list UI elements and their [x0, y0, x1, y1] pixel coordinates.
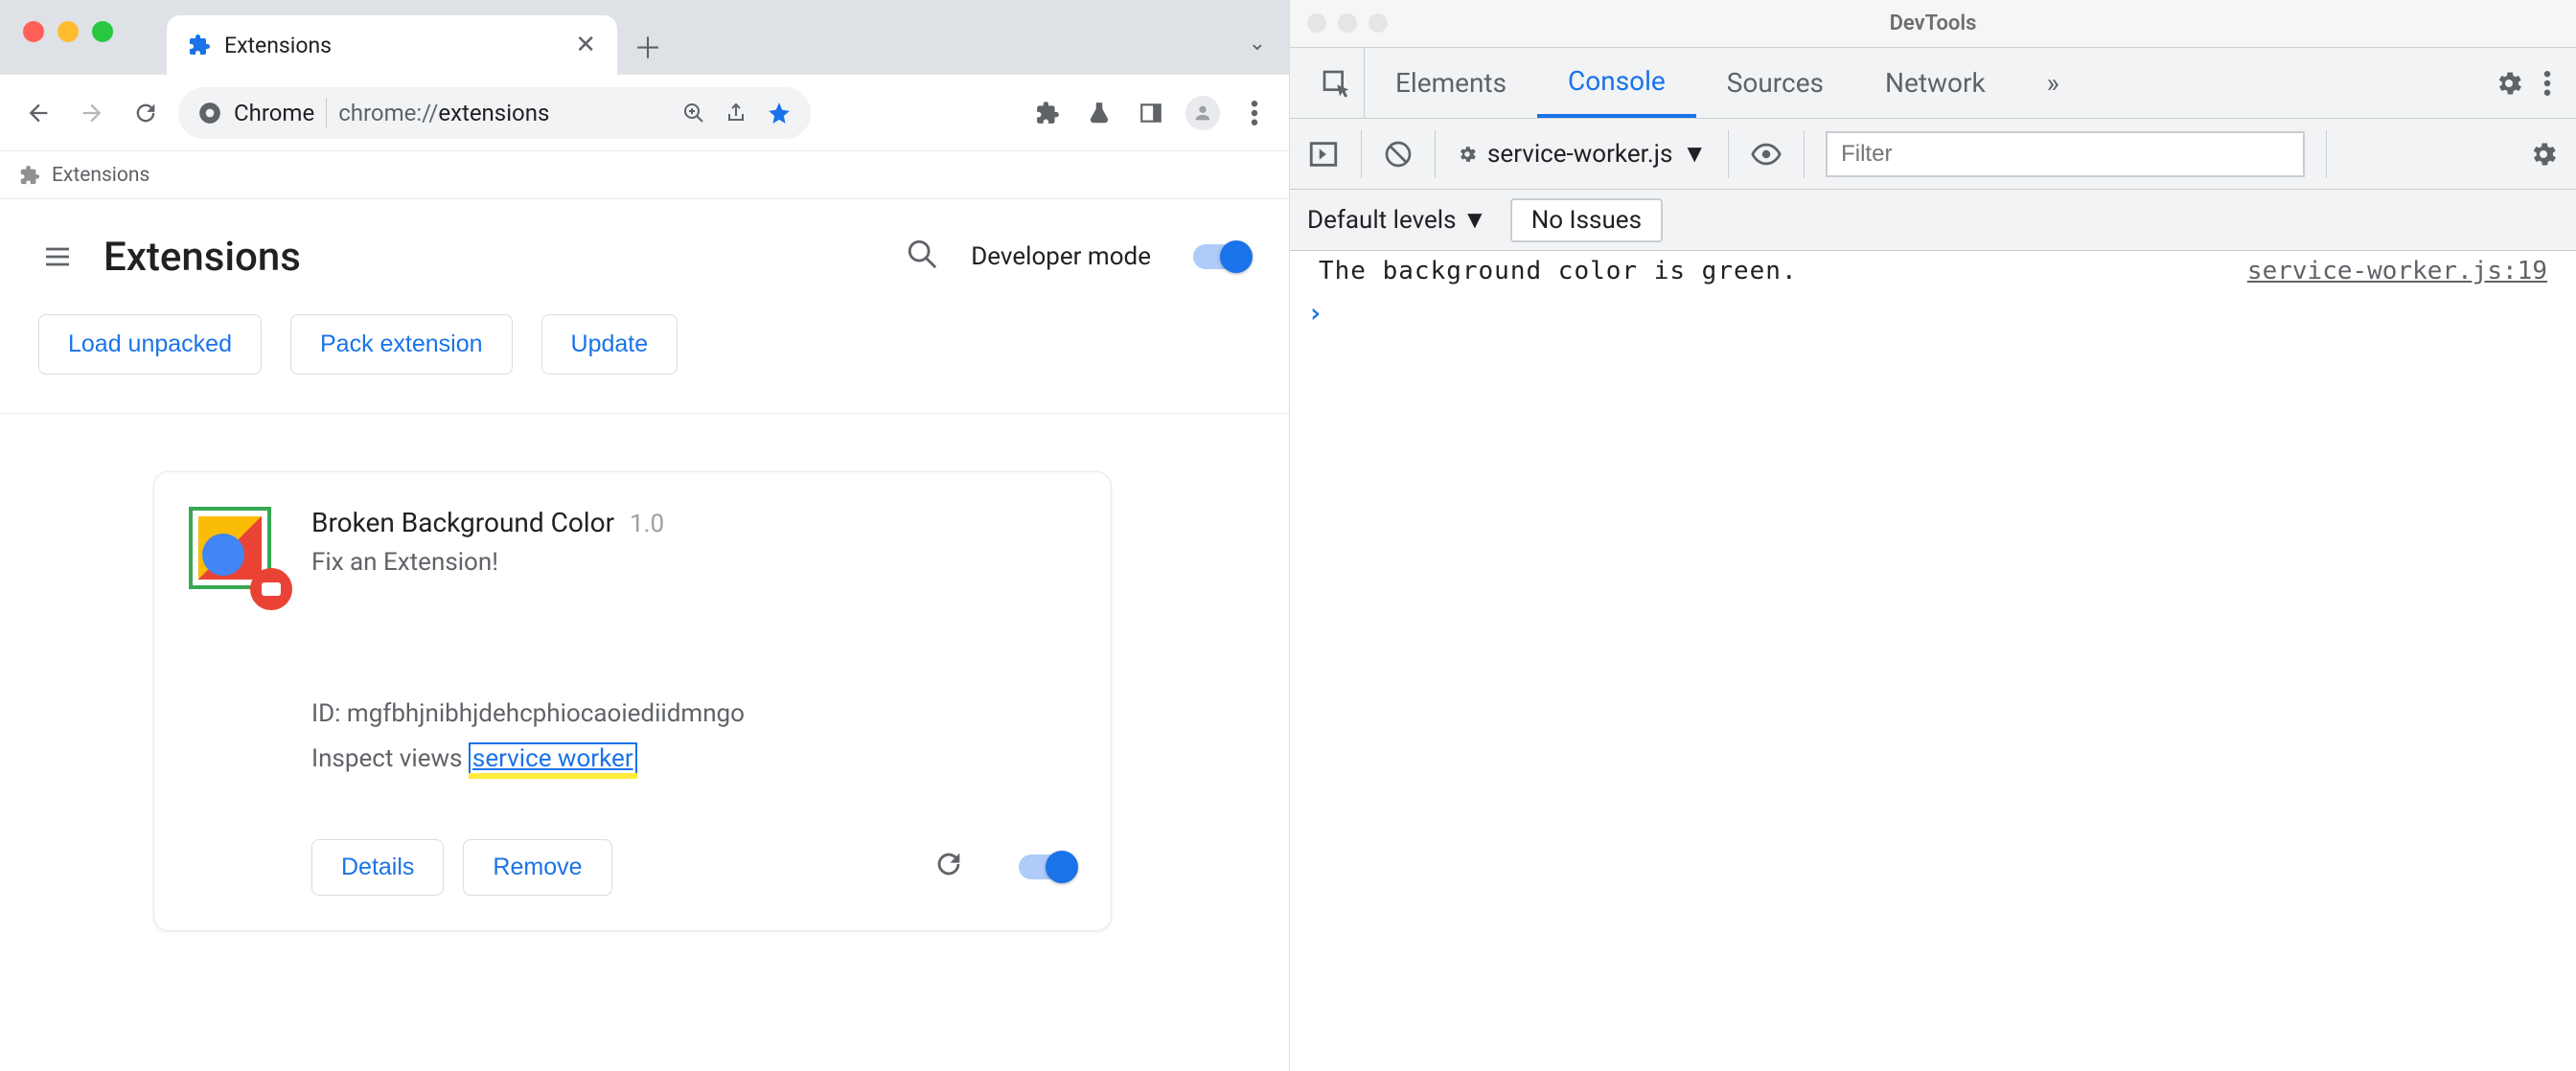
inspect-element-button[interactable] [1307, 48, 1365, 118]
close-window-button[interactable] [1307, 13, 1326, 33]
settings-button[interactable] [2494, 68, 2524, 99]
sidepanel-button[interactable] [1134, 96, 1168, 130]
forward-button[interactable] [71, 92, 113, 134]
extension-card: Broken Background Color 1.0 Fix an Exten… [153, 471, 1112, 931]
browser-tab[interactable]: Extensions ✕ [167, 15, 617, 75]
devtools-title: DevTools [1890, 11, 1977, 35]
zoom-icon[interactable] [682, 102, 705, 125]
context-name: service-worker.js [1487, 140, 1672, 169]
window-controls [23, 21, 113, 42]
tab-sources[interactable]: Sources [1696, 48, 1854, 118]
clear-console-button[interactable] [1383, 139, 1414, 170]
page-header: Extensions Developer mode [0, 199, 1289, 314]
developer-mode-toggle[interactable] [1193, 244, 1251, 269]
log-levels-selector[interactable]: Default levels ▼ [1307, 205, 1487, 235]
extension-enable-toggle[interactable] [1019, 855, 1076, 879]
update-button[interactable]: Update [541, 314, 678, 375]
minimize-window-button[interactable] [1338, 13, 1357, 33]
new-tab-button[interactable]: ＋ [629, 27, 667, 65]
address-bar[interactable]: Chrome chrome://extensions [178, 87, 811, 139]
console-filter-bar: Default levels ▼ No Issues [1290, 190, 2576, 251]
omnibox-path: extensions [438, 100, 549, 126]
extension-id-label: ID: [311, 699, 347, 728]
extension-description: Fix an Extension! [311, 548, 1076, 577]
gear-icon [1457, 144, 1478, 165]
pack-extension-button[interactable]: Pack extension [290, 314, 513, 375]
console-log-row: The background color is green. service-w… [1290, 251, 2576, 291]
minimize-window-button[interactable] [58, 21, 79, 42]
menu-button[interactable] [1237, 96, 1272, 130]
extension-icon [189, 507, 281, 599]
live-expression-button[interactable] [1750, 138, 1782, 171]
tab-console[interactable]: Console [1537, 48, 1696, 118]
omnibox-separator [326, 99, 327, 127]
filter-input[interactable] [1826, 131, 2305, 177]
console-settings-button[interactable] [2528, 139, 2559, 170]
extension-version: 1.0 [630, 510, 664, 538]
load-unpacked-button[interactable]: Load unpacked [38, 314, 262, 375]
extensions-button[interactable] [1030, 96, 1065, 130]
developer-mode-label: Developer mode [971, 242, 1151, 271]
page-title: Extensions [104, 234, 301, 281]
share-icon[interactable] [724, 102, 748, 125]
chrome-icon [197, 101, 222, 125]
maximize-window-button[interactable] [92, 21, 113, 42]
close-tab-button[interactable]: ✕ [575, 31, 596, 59]
omnibox-origin: Chrome [234, 100, 314, 126]
extension-id: mgfbhjnibhjdehcphiocaoiediidmngo [347, 699, 745, 728]
execution-context-selector[interactable]: service-worker.js ▼ [1457, 139, 1707, 169]
chrome-window: Extensions ✕ ＋ ⌄ Chrome chrome://extensi… [0, 0, 1290, 1071]
reload-button[interactable] [125, 92, 167, 134]
chevron-down-icon: ▼ [1682, 139, 1707, 169]
extensions-list: Broken Background Color 1.0 Fix an Exten… [0, 414, 1289, 931]
service-worker-link[interactable]: service worker [469, 742, 637, 775]
console-output: The background color is green. service-w… [1290, 251, 2576, 1071]
devtools-tabbar: Elements Console Sources Network » [1290, 48, 2576, 119]
devtools-titlebar: DevTools [1290, 0, 2576, 48]
tab-elements[interactable]: Elements [1365, 48, 1537, 118]
console-message: The background color is green. [1319, 257, 2247, 285]
devtools-window-controls [1307, 13, 1388, 33]
maximize-window-button[interactable] [1368, 13, 1388, 33]
extension-name: Broken Background Color [311, 507, 614, 538]
profile-button[interactable] [1185, 96, 1220, 130]
omnibox-path-prefix: chrome:// [338, 100, 438, 126]
chrome-toolbar: Chrome chrome://extensions [0, 75, 1289, 151]
console-sidebar-toggle[interactable] [1307, 138, 1340, 171]
reload-extension-button[interactable] [932, 848, 971, 886]
search-button[interactable] [906, 238, 944, 276]
bookmark-bar: Extensions [0, 151, 1289, 199]
back-button[interactable] [17, 92, 59, 134]
star-icon[interactable] [767, 101, 792, 125]
issues-button[interactable]: No Issues [1510, 198, 1663, 242]
labs-button[interactable] [1082, 96, 1116, 130]
console-toolbar: service-worker.js ▼ [1290, 119, 2576, 190]
tab-title: Extensions [224, 33, 562, 58]
puzzle-icon [188, 34, 211, 57]
close-window-button[interactable] [23, 21, 44, 42]
action-buttons-row: Load unpacked Pack extension Update [0, 314, 1289, 414]
bookmark-label[interactable]: Extensions [52, 164, 150, 187]
console-prompt[interactable]: › [1290, 291, 2576, 334]
devtools-window: DevTools Elements Console Sources Networ… [1290, 0, 2576, 1071]
tab-network[interactable]: Network [1854, 48, 2016, 118]
details-button[interactable]: Details [311, 839, 444, 896]
hamburger-menu-button[interactable] [38, 238, 77, 276]
tabs-overflow-button[interactable]: ⌄ [1249, 32, 1266, 56]
inspect-views-label: Inspect views [311, 744, 469, 773]
unpacked-badge-icon [250, 568, 292, 610]
tab-overflow[interactable]: » [2016, 48, 2090, 118]
console-source-link[interactable]: service-worker.js:19 [2247, 257, 2547, 285]
chrome-titlebar: Extensions ✕ ＋ ⌄ [0, 0, 1289, 75]
devtools-menu-button[interactable] [2543, 71, 2551, 96]
puzzle-icon [19, 165, 40, 186]
remove-button[interactable]: Remove [463, 839, 611, 896]
